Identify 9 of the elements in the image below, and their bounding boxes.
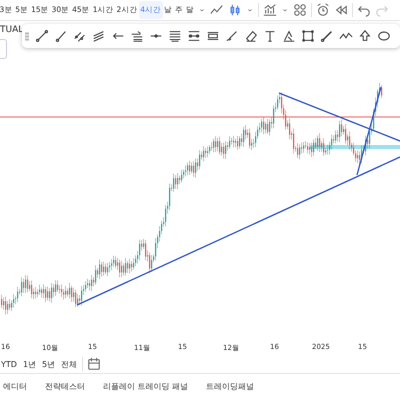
range-button[interactable]: 5년 [39,358,58,370]
panel-tab[interactable]: 전략테스터 [39,380,91,392]
symbol-label: TUAL [0,25,24,35]
range-button[interactable]: 전체 [58,358,80,370]
range-button[interactable]: YTD [0,360,20,368]
panel-tab[interactable]: 에디터 [0,380,33,392]
panel-tab[interactable]: 리플레이 트레이딩 패널 [97,380,194,392]
panel-tab[interactable]: 트레이딩패널 [200,380,260,392]
range-button[interactable]: 1년 [20,358,40,370]
